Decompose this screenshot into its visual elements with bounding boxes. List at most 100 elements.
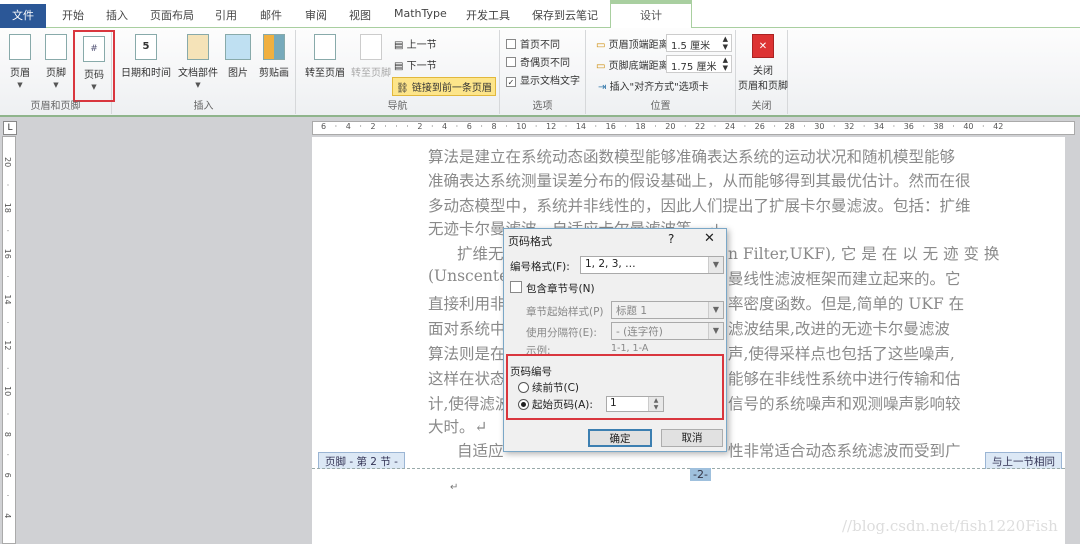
start-at-input[interactable]: 1 ▲ ▼ <box>606 396 664 412</box>
tab-design[interactable]: 设计 <box>610 0 692 29</box>
text-line-continued: 率密度函数。但是,简单的 UKF 在 <box>728 295 965 313</box>
picture-button[interactable]: 图片 <box>218 34 258 79</box>
text-line-continued: 性非常适合动态系统滤波而受到广 <box>728 442 961 460</box>
vertical-ruler-ticks: 20 · 18 · 16 · 14 · 12 · 10 · 8 · 6 · 4 <box>3 157 12 519</box>
tab-stop-selector[interactable]: L <box>3 121 17 135</box>
value: 标题 1 <box>616 305 648 317</box>
align-tab-icon: ⇥ <box>598 82 610 93</box>
ribbon-tabs: 文件 开始 插入 页面布局 引用 邮件 审阅 视图 MathType 开发工具 … <box>0 0 1080 29</box>
tab-page-layout[interactable]: 页面布局 <box>150 7 194 23</box>
chapter-style-label: 章节起始样式(P) <box>526 306 604 318</box>
vertical-ruler[interactable]: 20 · 18 · 16 · 14 · 12 · 10 · 8 · 6 · 4 <box>2 136 16 544</box>
group-label: 位置 <box>650 101 671 112</box>
close-icon: ✕ <box>752 34 774 58</box>
footer-bottom-input[interactable]: 1.75 厘米 ▲ ▼ <box>666 55 732 73</box>
dialog-title: 页码格式 <box>508 235 552 248</box>
group-label: 导航 <box>387 101 408 112</box>
text-line-continued: 声,使得采样点也包括了这些噪声, <box>728 345 955 363</box>
spinner-icon[interactable]: ▲ ▼ <box>723 56 728 72</box>
footer-section-tab: 页脚 - 第 2 节 - <box>318 452 405 469</box>
group-options: 首页不同 奇偶页不同 ✓ 显示文档文字 选项 <box>500 30 586 114</box>
ribbon: 页眉 ▼ 页脚 ▼ # 页码 ▼ 页眉和页脚 5 日期和时间 文档部件 ▼ 图片 剪贴画 插… <box>0 28 1080 117</box>
next-section-button[interactable]: ▤ 下一节 <box>394 57 437 72</box>
spinner-icon[interactable]: ▲ ▼ <box>723 35 728 51</box>
tab-home[interactable]: 开始 <box>62 7 84 23</box>
spinner-icon[interactable]: ▲ ▼ <box>648 397 663 411</box>
goto-footer-button: 转至页脚 <box>346 34 396 79</box>
include-chapter-checkbox[interactable]: 包含章节号(N) <box>510 281 595 296</box>
text-line: 大时。↵ <box>428 418 488 436</box>
header-label: 页眉 <box>10 68 30 79</box>
header-button[interactable]: 页眉 ▼ <box>0 34 40 89</box>
prev-section-button[interactable]: ▤ 上一节 <box>394 36 437 51</box>
separator-select: - (连字符) ▼ <box>611 322 724 340</box>
close-header-footer-button[interactable]: ✕ 关闭 页眉和页脚 <box>738 34 788 92</box>
tab-review[interactable]: 审阅 <box>305 7 327 23</box>
footer-button[interactable]: 页脚 ▼ <box>36 34 76 89</box>
docparts-icon <box>187 34 209 60</box>
number-format-select[interactable]: 1, 2, 3, … ▼ <box>580 256 724 274</box>
checkbox <box>510 281 522 293</box>
header-top-input[interactable]: 1.5 厘米 ▲ ▼ <box>666 34 732 52</box>
tab-file[interactable]: 文件 <box>0 4 46 28</box>
datetime-label: 日期和时间 <box>121 68 171 79</box>
show-document-text-checkbox[interactable]: ✓ 显示文档文字 <box>506 72 580 87</box>
chevron-down-icon: ▼ <box>708 257 723 273</box>
start-at-radio[interactable]: 起始页码(A): <box>518 397 593 412</box>
goto-header-button[interactable]: 转至页眉 <box>300 34 350 79</box>
radio-selected <box>518 399 529 410</box>
odd-even-different-checkbox[interactable]: 奇偶页不同 <box>506 54 570 69</box>
watermark: //blog.csdn.net/fish1220Fish <box>842 517 1058 535</box>
tab-developer[interactable]: 开发工具 <box>466 7 510 23</box>
checkbox <box>506 39 516 49</box>
tab-save-cloud[interactable]: 保存到云笔记 <box>532 7 598 23</box>
link-to-previous-label: 链接到前一条页眉 <box>411 83 492 94</box>
text-line: 自适应 <box>457 442 504 460</box>
docparts-button[interactable]: 文档部件 ▼ <box>174 34 222 89</box>
tab-mathtype[interactable]: MathType <box>394 7 447 20</box>
label: 首页不同 <box>520 40 560 51</box>
value: 1 <box>610 397 617 409</box>
tab-view[interactable]: 视图 <box>349 7 371 23</box>
chevron-down-icon: ▼ <box>708 323 723 339</box>
clipart-button[interactable]: 剪贴画 <box>254 34 294 79</box>
close-icon[interactable]: ✕ <box>704 231 715 246</box>
continue-radio[interactable]: 续前节(C) <box>518 380 579 395</box>
label: 起始页码(A): <box>532 399 593 411</box>
tab-references[interactable]: 引用 <box>215 7 237 23</box>
header-position-icon: ▭ <box>596 40 609 51</box>
group-position: ▭ 页眉顶端距离: 1.5 厘米 ▲ ▼ ▭ 页脚底端距离: 1.75 厘米 ▲ ▼ ⇥… <box>586 30 736 114</box>
docparts-label: 文档部件 <box>178 68 218 79</box>
tab-mailings[interactable]: 邮件 <box>260 7 282 23</box>
text-line: 计,使得滤波 <box>428 395 511 413</box>
value: 1.75 厘米 <box>671 62 717 73</box>
page-number-field[interactable]: -2- <box>690 468 711 481</box>
cancel-button[interactable]: 取消 <box>661 429 723 447</box>
page-number-icon: # <box>83 36 105 62</box>
text-line-continued: 滤波结果,改进的无迹卡尔曼滤波 <box>728 320 950 338</box>
text-line: 算法则是在 <box>428 345 506 363</box>
group-label: 选项 <box>532 101 553 112</box>
page-number-button[interactable]: # 页码 ▼ <box>73 30 115 102</box>
horizontal-ruler[interactable]: 6 · 4 · 2 · · · 2 · 4 · 6 · 8 · 10 · 12 … <box>312 121 1075 135</box>
label: 显示文档文字 <box>520 76 580 87</box>
text-line-continued: n Filter,UKF), 它 是 在 以 无 迹 变 换 <box>728 245 1000 263</box>
datetime-button[interactable]: 5 日期和时间 <box>118 34 174 79</box>
group-label: 页眉和页脚 <box>30 101 81 112</box>
header-icon <box>9 34 31 60</box>
link-to-previous-button[interactable]: ⛓ 链接到前一条页眉 <box>392 77 496 96</box>
help-button[interactable]: ? <box>668 232 674 246</box>
checkbox-checked: ✓ <box>506 77 516 87</box>
footer-divider <box>312 468 1065 469</box>
value: 1.5 厘米 <box>671 41 711 52</box>
text-line: 直接利用非 <box>428 295 506 313</box>
insert-alignment-tab-button[interactable]: ⇥ 插入"对齐方式"选项卡 <box>598 78 709 93</box>
value: - (连字符) <box>616 326 663 338</box>
format-label: 编号格式(F): <box>510 261 570 273</box>
clipart-icon <box>263 34 285 60</box>
ok-button[interactable]: 确定 <box>588 429 652 447</box>
next-section-label: 下一节 <box>406 61 437 72</box>
goto-header-label: 转至页眉 <box>305 68 345 79</box>
first-page-different-checkbox[interactable]: 首页不同 <box>506 36 560 51</box>
tab-insert[interactable]: 插入 <box>106 7 128 23</box>
